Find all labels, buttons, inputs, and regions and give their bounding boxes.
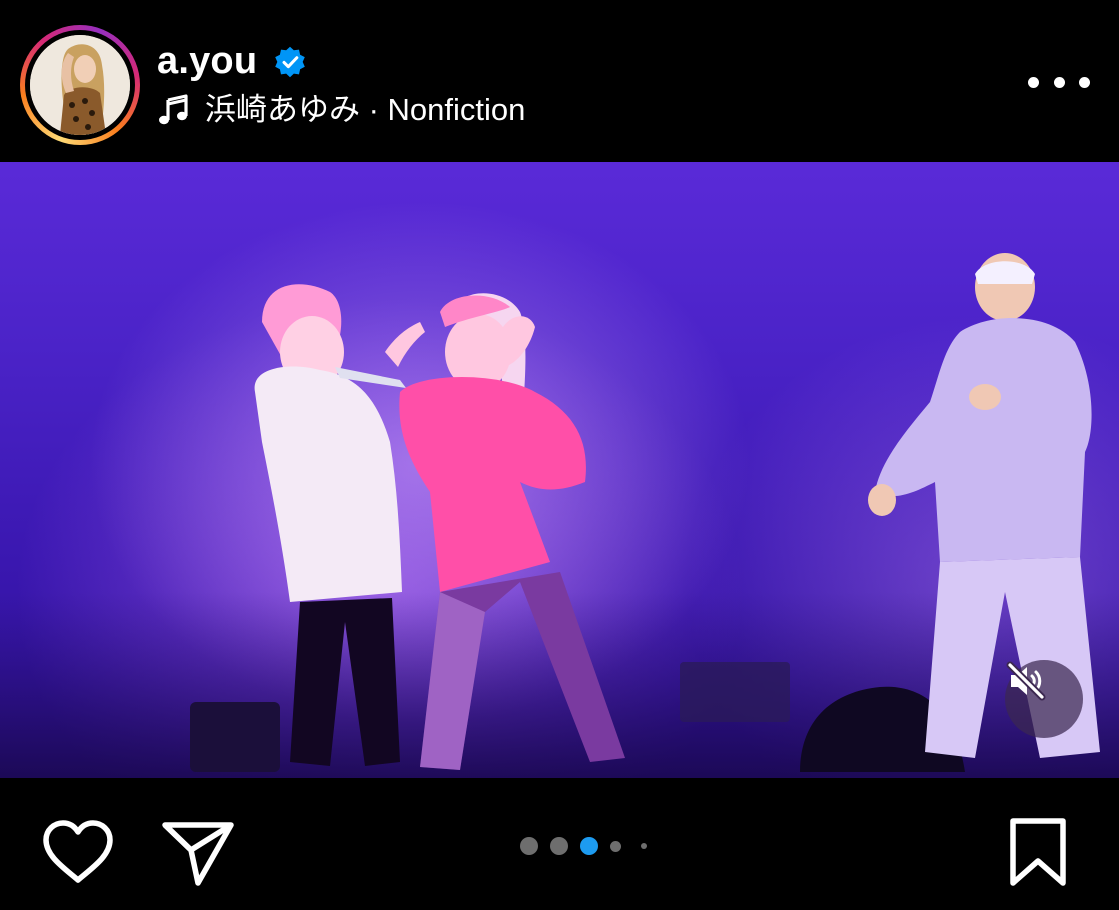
post-actions [0, 778, 1119, 910]
carousel-dot [610, 840, 621, 852]
send-icon[interactable] [160, 816, 236, 888]
heart-icon[interactable] [40, 818, 116, 886]
audio-label: 浜崎あゆみ · Nonfiction [205, 92, 526, 127]
avatar-image [30, 35, 130, 135]
bookmark-icon[interactable] [1005, 816, 1071, 888]
avatar[interactable] [30, 35, 130, 135]
audio-attribution[interactable]: 浜崎あゆみ · Nonfiction [157, 88, 525, 132]
carousel-dot [550, 837, 568, 855]
more-horizontal-icon [1028, 76, 1039, 88]
concert-photo [0, 202, 1119, 778]
story-ring[interactable] [20, 25, 140, 145]
mute-button[interactable] [1005, 660, 1083, 738]
verified-badge-icon [275, 46, 305, 78]
speaker-muted-icon [1006, 661, 1046, 701]
username[interactable]: a.you [157, 38, 257, 84]
carousel-dot [520, 837, 538, 855]
carousel-dot-active [580, 837, 598, 855]
post-header: a.you 浜崎あゆみ · Nonfiction [0, 0, 1119, 162]
post-media[interactable] [0, 162, 1119, 778]
more-options-button[interactable] [1028, 62, 1090, 102]
carousel-indicator [520, 836, 647, 856]
carousel-dot [641, 843, 647, 849]
music-note-icon [159, 94, 188, 125]
